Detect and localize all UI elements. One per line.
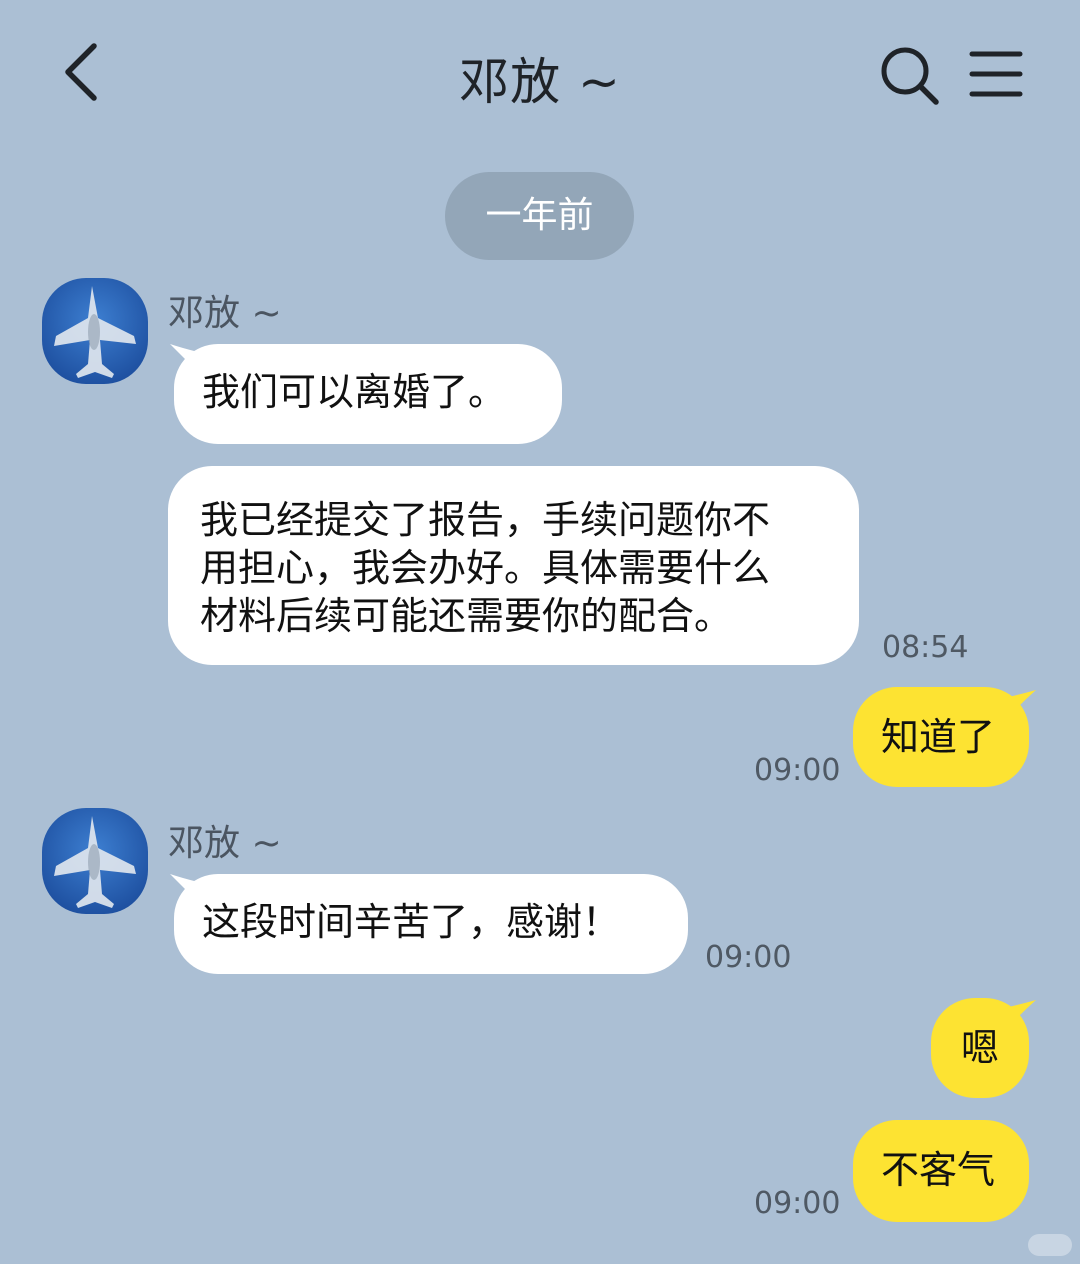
message-text: 我们可以离婚了。 <box>202 370 507 414</box>
bubble-tail <box>1004 690 1036 722</box>
message-time: 09:00 <box>705 940 792 975</box>
message-bubble-outgoing[interactable]: 不客气 <box>853 1120 1029 1222</box>
avatar[interactable] <box>42 808 148 914</box>
search-icon[interactable] <box>878 44 942 108</box>
bubble-tail <box>1004 1000 1036 1032</box>
message-bubble[interactable]: 这段时间辛苦了，感谢！ <box>174 874 688 974</box>
message-text: 这段时间辛苦了，感谢！ <box>202 900 621 944</box>
message-text: 知道了 <box>881 715 996 759</box>
time-divider: 一年前 <box>445 172 634 260</box>
sender-name: 邓放 ~ <box>168 823 282 864</box>
message-text: 嗯 <box>960 1026 999 1070</box>
jet-avatar-icon <box>42 278 148 384</box>
watermark <box>1028 1234 1072 1256</box>
message-time: 09:00 <box>754 753 841 788</box>
message-bubble-outgoing[interactable]: 知道了 <box>853 687 1029 787</box>
message-bubble[interactable]: 我已经提交了报告，手续问题你不 用担心，我会办好。具体需要什么 材料后续可能还需… <box>168 466 859 665</box>
message-time: 09:00 <box>754 1186 841 1221</box>
message-bubble[interactable]: 我们可以离婚了。 <box>174 344 562 444</box>
message-text: 不客气 <box>881 1148 996 1192</box>
message-time: 08:54 <box>882 630 969 665</box>
message-text-line: 用担心，我会办好。具体需要什么 <box>200 546 771 590</box>
avatar[interactable] <box>42 278 148 384</box>
sender-name: 邓放 ~ <box>168 293 282 334</box>
jet-avatar-icon <box>42 808 148 914</box>
menu-icon[interactable] <box>966 46 1026 102</box>
message-text-line: 我已经提交了报告，手续问题你不 <box>200 498 771 542</box>
message-text-line: 材料后续可能还需要你的配合。 <box>200 594 733 638</box>
